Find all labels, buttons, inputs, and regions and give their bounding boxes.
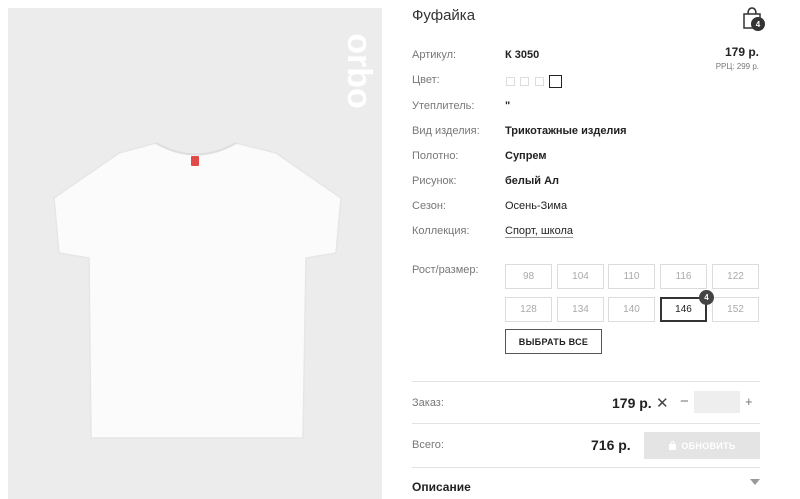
brand-tag-icon: [191, 156, 199, 166]
color-swatch[interactable]: [506, 77, 515, 86]
quantity-plus-button[interactable]: +: [745, 394, 753, 409]
spec-label-color: Цвет:: [412, 74, 440, 86]
quantity-input[interactable]: [694, 391, 740, 413]
remove-icon[interactable]: ✕: [656, 394, 669, 412]
spec-value-article: К 3050: [505, 49, 540, 61]
spec-value-insulation: ": [505, 100, 511, 112]
tshirt-image: [53, 142, 342, 439]
chevron-down-icon[interactable]: [749, 477, 761, 487]
update-button-label: ОБНОВИТЬ: [681, 440, 736, 451]
size-option-140[interactable]: 140: [608, 297, 655, 322]
spec-label-insulation: Утеплитель:: [412, 100, 475, 112]
size-option-104[interactable]: 104: [557, 264, 604, 289]
size-count-badge: 4: [699, 290, 714, 305]
color-swatch-selected[interactable]: [549, 75, 562, 88]
spec-label-fabric: Полотно:: [412, 150, 459, 162]
spec-label-season: Сезон:: [412, 200, 446, 212]
collection-link[interactable]: Спорт, школа: [505, 225, 573, 238]
product-photo[interactable]: orbo: [8, 8, 382, 499]
spec-value-season: Осень-Зима: [505, 200, 568, 212]
spec-label-type: Вид изделия:: [412, 125, 480, 137]
total-price: 716 р.: [591, 437, 631, 453]
order-price: 179 р.: [612, 395, 652, 411]
spec-label-collection: Коллекция:: [412, 225, 470, 237]
size-option-116[interactable]: 116: [660, 264, 707, 289]
quantity-minus-button[interactable]: −: [680, 393, 689, 410]
size-option-110[interactable]: 110: [608, 264, 655, 289]
update-button[interactable]: ОБНОВИТЬ: [644, 432, 760, 459]
divider: [412, 467, 760, 468]
brand-logo: orbo: [340, 33, 374, 109]
size-option-98[interactable]: 98: [505, 264, 552, 289]
size-option-128[interactable]: 128: [505, 297, 552, 322]
select-all-button[interactable]: ВЫБРАТЬ ВСЕ: [505, 329, 602, 354]
divider: [412, 423, 760, 424]
size-label: Рост/размер:: [412, 264, 479, 276]
recommended-price: РРЦ: 299 р.: [715, 62, 759, 71]
bag-icon: [669, 441, 677, 450]
order-label: Заказ:: [412, 397, 444, 409]
price: 179 р.: [724, 45, 759, 59]
color-swatch[interactable]: [535, 77, 544, 86]
description-toggle[interactable]: Описание: [412, 480, 471, 494]
spec-value-type: Трикотажные изделия: [505, 125, 627, 137]
divider: [412, 381, 760, 382]
spec-label-pattern: Рисунок:: [412, 175, 457, 187]
size-option-152[interactable]: 152: [712, 297, 759, 322]
spec-value-fabric: Супрем: [505, 150, 547, 162]
spec-value-pattern: белый Ал: [505, 175, 560, 187]
color-swatch[interactable]: [520, 77, 529, 86]
total-label: Всего:: [412, 439, 444, 451]
product-title: Фуфайка: [412, 7, 476, 24]
svg-text:orbo: orbo: [340, 33, 374, 109]
size-option-122[interactable]: 122: [712, 264, 759, 289]
spec-label-article: Артикул:: [412, 49, 457, 61]
cart-count-badge: 4: [751, 17, 765, 31]
size-option-134[interactable]: 134: [557, 297, 604, 322]
